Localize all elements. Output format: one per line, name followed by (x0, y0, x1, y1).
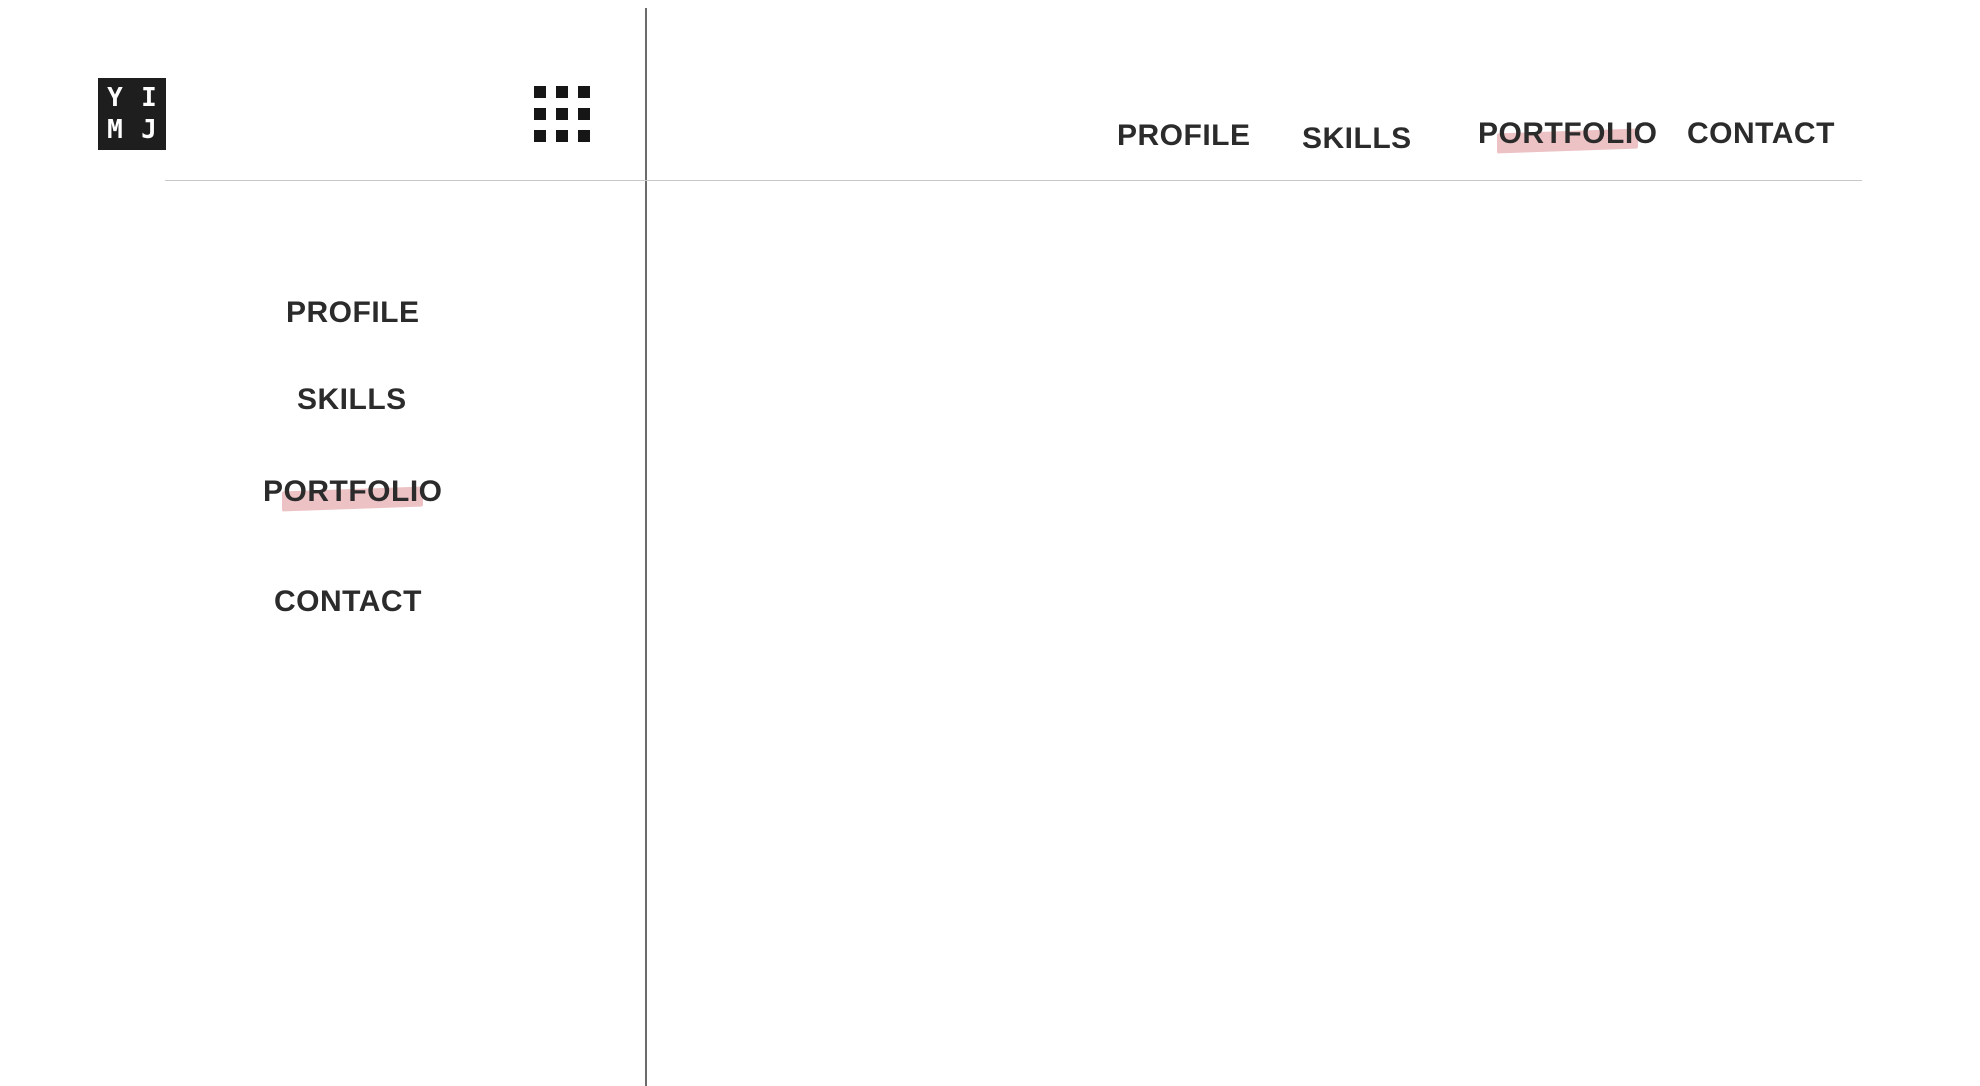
side-nav-profile[interactable]: PROFILE (286, 295, 420, 331)
top-nav-portfolio-first: P (1478, 117, 1499, 150)
logo-letter: J (141, 115, 157, 145)
side-nav-portfolio-first: P (263, 475, 284, 508)
logo-letter: M (107, 115, 123, 145)
logo-letter: I (141, 83, 157, 113)
grid-dot (534, 130, 546, 142)
logo-row-bottom: M J (105, 115, 159, 145)
grid-dot (534, 86, 546, 98)
vertical-divider (645, 8, 647, 1086)
logo[interactable]: Y I M J (98, 78, 166, 150)
grid-dot (534, 108, 546, 120)
grid-dot (556, 130, 568, 142)
top-nav-contact[interactable]: CONTACT (1687, 116, 1835, 152)
active-highlight: ORTFOLI (284, 475, 419, 508)
active-highlight: ORTFOLI (1499, 117, 1634, 150)
grid-dot (556, 86, 568, 98)
logo-letter: Y (107, 83, 123, 113)
side-nav-contact[interactable]: CONTACT (274, 584, 422, 620)
top-nav-portfolio-highlighted: ORTFOLI (1498, 117, 1634, 150)
grid-dot (578, 86, 590, 98)
side-nav-portfolio[interactable]: PORTFOLIO (263, 474, 443, 510)
grid-dot (556, 108, 568, 120)
side-nav-portfolio-highlighted: ORTFOLI (283, 475, 419, 508)
side-nav-portfolio-last: O (418, 475, 443, 508)
logo-row-top: Y I (105, 83, 159, 113)
grid-dot (578, 108, 590, 120)
top-nav-profile[interactable]: PROFILE (1117, 118, 1251, 154)
grid-menu-icon[interactable] (534, 86, 592, 144)
top-nav-portfolio-last: O (1633, 117, 1658, 150)
top-nav-skills[interactable]: SKILLS (1302, 121, 1412, 157)
grid-dot (578, 130, 590, 142)
header-divider (165, 180, 1862, 181)
top-nav-portfolio[interactable]: PORTFOLIO (1478, 116, 1658, 152)
side-nav-skills[interactable]: SKILLS (297, 382, 407, 418)
